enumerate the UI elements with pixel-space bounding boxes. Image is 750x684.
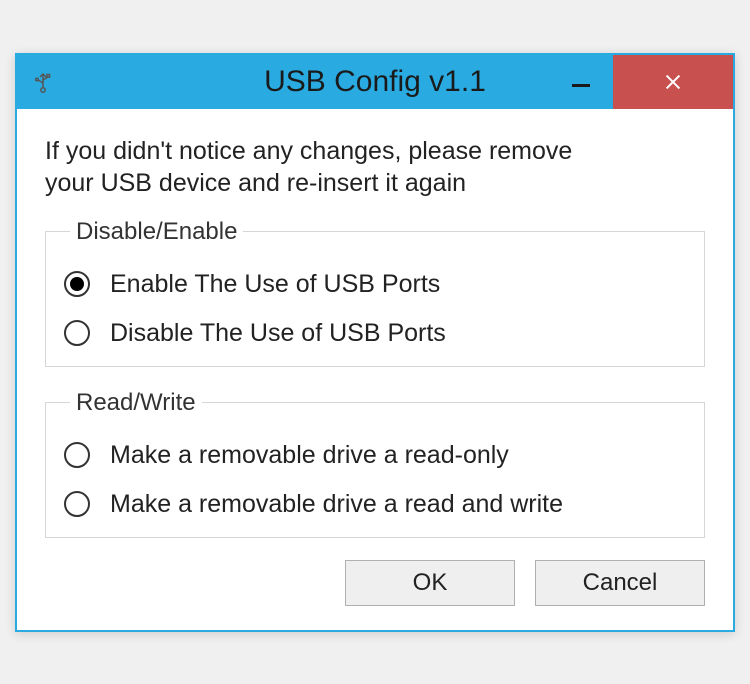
minimize-button[interactable] bbox=[549, 55, 613, 109]
dialog-buttons: OK Cancel bbox=[45, 560, 705, 606]
radio-label: Make a removable drive a read-only bbox=[110, 441, 509, 470]
titlebar[interactable]: USB Config v1.1 bbox=[17, 55, 733, 109]
group-read-write-legend: Read/Write bbox=[70, 389, 202, 417]
cancel-button[interactable]: Cancel bbox=[535, 560, 705, 606]
intro-text: If you didn't notice any changes, please… bbox=[45, 135, 705, 200]
radio-label: Enable The Use of USB Ports bbox=[110, 270, 440, 299]
radio-enable-usb[interactable]: Enable The Use of USB Ports bbox=[64, 270, 686, 299]
group-read-write: Read/Write Make a removable drive a read… bbox=[45, 389, 705, 538]
window-controls bbox=[549, 55, 733, 109]
close-button[interactable] bbox=[613, 55, 733, 109]
minimize-icon bbox=[572, 84, 590, 87]
radio-label: Make a removable drive a read and write bbox=[110, 490, 563, 519]
group-disable-enable-legend: Disable/Enable bbox=[70, 218, 243, 246]
radio-icon bbox=[64, 442, 90, 468]
usb-icon bbox=[31, 70, 55, 94]
radio-read-only[interactable]: Make a removable drive a read-only bbox=[64, 441, 686, 470]
dialog-content: If you didn't notice any changes, please… bbox=[17, 109, 733, 630]
window-title: USB Config v1.1 bbox=[264, 65, 486, 99]
radio-icon bbox=[64, 491, 90, 517]
close-icon bbox=[662, 71, 684, 93]
radio-icon bbox=[64, 271, 90, 297]
intro-line2: your USB device and re-insert it again bbox=[45, 169, 466, 197]
radio-read-write[interactable]: Make a removable drive a read and write bbox=[64, 490, 686, 519]
radio-icon bbox=[64, 320, 90, 346]
intro-line1: If you didn't notice any changes, please… bbox=[45, 137, 572, 165]
radio-label: Disable The Use of USB Ports bbox=[110, 319, 446, 348]
ok-button[interactable]: OK bbox=[345, 560, 515, 606]
group-disable-enable: Disable/Enable Enable The Use of USB Por… bbox=[45, 218, 705, 367]
radio-disable-usb[interactable]: Disable The Use of USB Ports bbox=[64, 319, 686, 348]
dialog-window: USB Config v1.1 If you didn't notice any… bbox=[15, 53, 735, 632]
